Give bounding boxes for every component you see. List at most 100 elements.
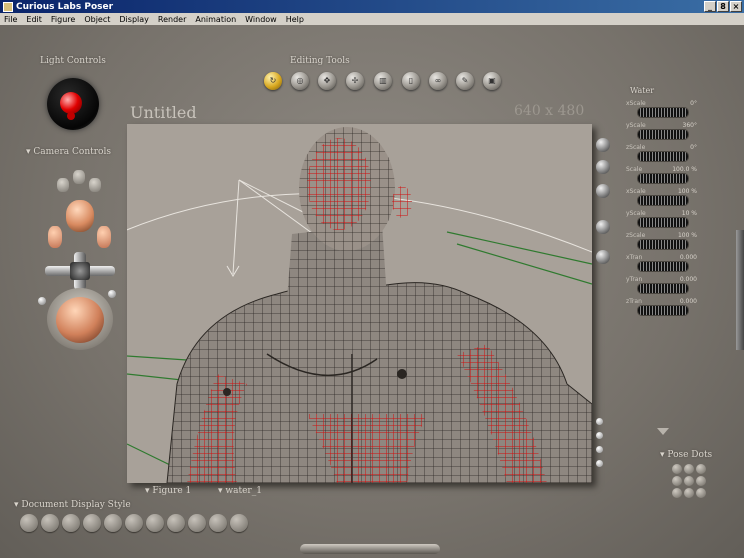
param-dial[interactable] bbox=[638, 306, 688, 315]
param-row[interactable]: xScale 0° bbox=[620, 100, 705, 122]
param-value[interactable]: 0° bbox=[690, 144, 697, 151]
param-dial[interactable] bbox=[638, 152, 688, 161]
pose-dot[interactable] bbox=[672, 476, 682, 486]
light-handle-icon[interactable] bbox=[67, 112, 75, 120]
param-dial[interactable] bbox=[638, 130, 688, 139]
camera-view-cube-icon[interactable] bbox=[596, 138, 610, 152]
light-indicator-icon[interactable] bbox=[60, 92, 82, 114]
grouping-tool[interactable]: ▣ bbox=[483, 72, 501, 90]
param-value[interactable]: 0.000 bbox=[680, 276, 697, 283]
camera-controls-label[interactable]: ▾ Camera Controls bbox=[26, 147, 111, 157]
document-viewport[interactable] bbox=[127, 124, 592, 483]
camera-view-face-icon[interactable] bbox=[596, 160, 610, 174]
param-dial[interactable] bbox=[638, 240, 688, 249]
pose-dot[interactable] bbox=[696, 476, 706, 486]
cartoon-lines-style-icon[interactable] bbox=[188, 514, 206, 532]
menu-window[interactable]: Window bbox=[245, 15, 277, 24]
param-dial[interactable] bbox=[638, 262, 688, 271]
param-value[interactable]: 100.0 % bbox=[672, 166, 697, 173]
translate-in-out-tool[interactable]: ✢ bbox=[346, 72, 364, 90]
param-row[interactable]: zScale 0° bbox=[620, 144, 705, 166]
hidden-line-style-icon[interactable] bbox=[83, 514, 101, 532]
left-hand-camera-icon[interactable] bbox=[57, 178, 69, 192]
camera-view-dark-icon[interactable] bbox=[596, 250, 610, 264]
lit-wireframe-style-icon[interactable] bbox=[104, 514, 122, 532]
menu-edit[interactable]: Edit bbox=[26, 15, 42, 24]
move-camera-icon[interactable] bbox=[70, 262, 90, 280]
flat-lined-style-icon[interactable] bbox=[146, 514, 164, 532]
param-value[interactable]: 100 % bbox=[678, 188, 697, 195]
right-hand-icon[interactable] bbox=[97, 226, 111, 248]
param-row[interactable]: yTran 0.000 bbox=[620, 276, 705, 298]
camera-key-icon[interactable] bbox=[38, 297, 46, 305]
param-row[interactable]: xTran 0.000 bbox=[620, 254, 705, 276]
menu-animation[interactable]: Animation bbox=[195, 15, 236, 24]
preview-option-3-icon[interactable] bbox=[596, 446, 603, 453]
twist-tool[interactable]: ◎ bbox=[291, 72, 309, 90]
close-button[interactable]: × bbox=[730, 1, 742, 12]
param-value[interactable]: 0.000 bbox=[680, 254, 697, 261]
param-dial[interactable] bbox=[638, 218, 688, 227]
param-dial[interactable] bbox=[638, 284, 688, 293]
document-display-style-label[interactable]: ▾ Document Display Style bbox=[14, 500, 131, 510]
param-row[interactable]: xScale 100 % bbox=[620, 188, 705, 210]
menu-figure[interactable]: Figure bbox=[51, 15, 75, 24]
menu-file[interactable]: File bbox=[4, 15, 17, 24]
minimize-button[interactable]: _ bbox=[704, 1, 716, 12]
param-row[interactable]: zTran 0.000 bbox=[620, 298, 705, 320]
right-hand-camera-icon[interactable] bbox=[89, 178, 101, 192]
menu-object[interactable]: Object bbox=[84, 15, 110, 24]
param-dial[interactable] bbox=[638, 196, 688, 205]
silhouette-style-icon[interactable] bbox=[20, 514, 38, 532]
pose-dot[interactable] bbox=[684, 488, 694, 498]
flyaround-icon[interactable] bbox=[73, 170, 85, 184]
param-dial[interactable] bbox=[638, 108, 688, 117]
parameters-scroll-down-icon[interactable] bbox=[657, 428, 669, 435]
param-row[interactable]: yScale 10 % bbox=[620, 210, 705, 232]
param-value[interactable]: 0° bbox=[690, 100, 697, 107]
menu-display[interactable]: Display bbox=[119, 15, 149, 24]
menu-help[interactable]: Help bbox=[286, 15, 304, 24]
param-row[interactable]: yScale 360° bbox=[620, 122, 705, 144]
param-value[interactable]: 0.000 bbox=[680, 298, 697, 305]
maximize-button[interactable]: 8 bbox=[717, 1, 729, 12]
param-value[interactable]: 10 % bbox=[682, 210, 697, 217]
preview-option-1-icon[interactable] bbox=[596, 418, 603, 425]
wireframe-style-icon[interactable] bbox=[62, 514, 80, 532]
pose-dot[interactable] bbox=[684, 464, 694, 474]
preview-option-4-icon[interactable] bbox=[596, 460, 603, 467]
param-value[interactable]: 360° bbox=[683, 122, 697, 129]
param-dial[interactable] bbox=[638, 174, 688, 183]
camera-lock-icon[interactable] bbox=[108, 290, 116, 298]
animation-controls-handle[interactable] bbox=[300, 544, 440, 554]
pose-dot[interactable] bbox=[696, 488, 706, 498]
element-select-menu[interactable]: ▾ water_1 bbox=[218, 486, 262, 496]
rotate-tool[interactable]: ↻ bbox=[264, 72, 282, 90]
color-tool[interactable]: ✎ bbox=[456, 72, 474, 90]
pose-dot[interactable] bbox=[684, 476, 694, 486]
scale-tool[interactable]: ▥ bbox=[374, 72, 392, 90]
translate-tool[interactable]: ✥ bbox=[318, 72, 336, 90]
pose-dots-label[interactable]: ▾ Pose Dots bbox=[660, 450, 712, 460]
face-camera-icon[interactable] bbox=[66, 200, 94, 232]
pose-dot[interactable] bbox=[672, 464, 682, 474]
camera-view-cube-2-icon[interactable] bbox=[596, 220, 610, 234]
cartoon-style-icon[interactable] bbox=[167, 514, 185, 532]
left-hand-icon[interactable] bbox=[48, 226, 62, 248]
menu-render[interactable]: Render bbox=[158, 15, 186, 24]
side-window-handle[interactable] bbox=[736, 230, 744, 350]
pose-dot[interactable] bbox=[672, 488, 682, 498]
trackball-control[interactable] bbox=[56, 297, 104, 343]
param-row[interactable]: Scale 100.0 % bbox=[620, 166, 705, 188]
camera-view-sphere-icon[interactable] bbox=[596, 184, 610, 198]
preview-option-2-icon[interactable] bbox=[596, 432, 603, 439]
taper-tool[interactable]: ▯ bbox=[402, 72, 420, 90]
flat-shaded-style-icon[interactable] bbox=[125, 514, 143, 532]
texture-shaded-style-icon[interactable] bbox=[230, 514, 248, 532]
param-row[interactable]: zScale 100 % bbox=[620, 232, 705, 254]
figure-select-menu[interactable]: ▾ Figure 1 bbox=[145, 486, 191, 496]
pose-dot[interactable] bbox=[696, 464, 706, 474]
chain-break-tool[interactable]: ∞ bbox=[429, 72, 447, 90]
smooth-shaded-style-icon[interactable] bbox=[209, 514, 227, 532]
param-value[interactable]: 100 % bbox=[678, 232, 697, 239]
